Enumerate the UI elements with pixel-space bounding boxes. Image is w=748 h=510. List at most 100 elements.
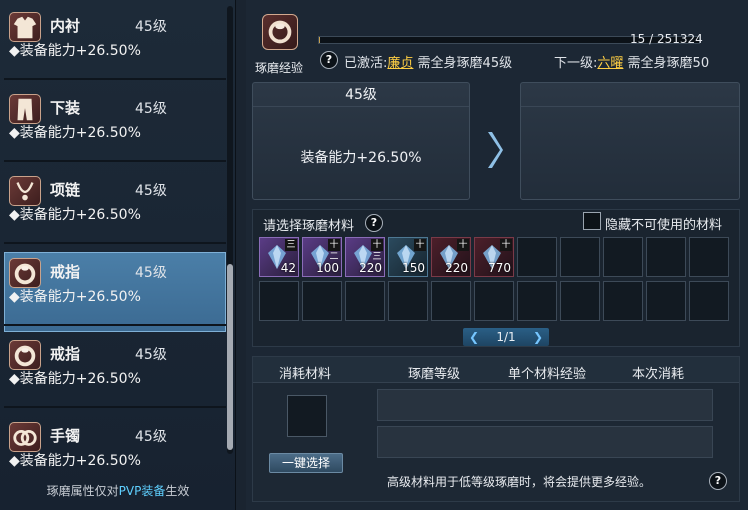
chevron-right-icon bbox=[488, 132, 503, 168]
next-set-link[interactable]: 六曜 bbox=[597, 56, 623, 71]
material-slot[interactable]: 十二 100 bbox=[302, 237, 342, 277]
consume-material-slot[interactable] bbox=[287, 395, 327, 437]
equipment-name: 项链 bbox=[50, 181, 81, 199]
equipment-item-shirt[interactable]: 内衬 45级 ◆装备能力+26.50% bbox=[4, 6, 226, 86]
ring-icon bbox=[262, 14, 298, 50]
equipment-level: 45级 bbox=[135, 101, 167, 117]
page-next-button[interactable]: ❯ bbox=[533, 328, 543, 346]
header-this-consume: 本次消耗 bbox=[632, 367, 685, 382]
equipment-name: 内衬 bbox=[50, 17, 81, 35]
hide-unusable-checkbox[interactable] bbox=[583, 212, 601, 230]
next-set-text: 下一级:六曜 需全身琢磨50 bbox=[554, 56, 710, 71]
material-count: 220 bbox=[445, 261, 468, 275]
equipment-bonus: ◆装备能力+26.50% bbox=[9, 453, 141, 469]
material-slot[interactable] bbox=[345, 281, 385, 321]
header-single-exp: 单个材料经验 bbox=[508, 367, 587, 382]
material-slot[interactable] bbox=[646, 281, 686, 321]
material-count: 42 bbox=[280, 261, 296, 275]
consume-row bbox=[377, 426, 713, 458]
material-slot[interactable] bbox=[517, 237, 557, 277]
consume-header: 消耗材料 琢磨等级 单个材料经验 本次消耗 bbox=[253, 357, 739, 383]
material-slot[interactable] bbox=[689, 237, 729, 277]
divider bbox=[4, 160, 226, 162]
material-slot[interactable] bbox=[603, 237, 643, 277]
consume-note: 高级材料用于低等级琢磨时，将会提供更多经验。 bbox=[387, 475, 652, 489]
material-slot[interactable]: 十 220 bbox=[431, 237, 471, 277]
header-refine-level: 琢磨等级 bbox=[408, 367, 461, 382]
divider bbox=[4, 242, 226, 244]
equipment-level: 45级 bbox=[135, 265, 167, 281]
activated-set-link[interactable]: 廉贞 bbox=[387, 56, 413, 71]
refine-exp-label: 琢磨经验 bbox=[255, 61, 304, 75]
material-slot[interactable] bbox=[603, 281, 643, 321]
equipment-bonus: ◆装备能力+26.50% bbox=[9, 371, 141, 387]
help-icon[interactable]: ? bbox=[365, 214, 383, 232]
material-slot[interactable]: 十三 220 bbox=[345, 237, 385, 277]
pants-icon bbox=[9, 94, 41, 124]
material-slot[interactable] bbox=[517, 281, 557, 321]
consume-row bbox=[377, 389, 713, 421]
material-slot[interactable] bbox=[431, 281, 471, 321]
current-level-box: 45级 装备能力+26.50% bbox=[252, 82, 470, 200]
divider bbox=[4, 78, 226, 80]
equipment-level: 45级 bbox=[135, 347, 167, 363]
next-level-box bbox=[520, 82, 740, 200]
one-key-select-button[interactable]: 一键选择 bbox=[269, 453, 343, 473]
equipment-bonus: ◆装备能力+26.50% bbox=[9, 125, 141, 141]
hide-unusable-label: 隐藏不可使用的材料 bbox=[605, 218, 723, 233]
material-slot[interactable]: 十 150 bbox=[388, 237, 428, 277]
material-slot[interactable] bbox=[302, 281, 342, 321]
material-grade-badge: 十三 bbox=[371, 239, 383, 262]
consume-area: 消耗材料 琢磨等级 单个材料经验 本次消耗 一键选择 高级材料用于低等级琢磨时，… bbox=[252, 356, 740, 502]
ring-icon bbox=[9, 258, 41, 288]
equipment-item-ring[interactable]: 戒指 45级 ◆装备能力+26.50% bbox=[4, 334, 226, 414]
necklace-icon bbox=[9, 176, 41, 206]
equipment-list-panel: 内衬 45级 ◆装备能力+26.50% 下装 45级 ◆装备能力+26.50% 项链 45级 ◆… bbox=[0, 0, 236, 510]
pvp-footnote: 琢磨属性仅对PVP装备生效 bbox=[46, 484, 190, 498]
page-prev-button[interactable]: ❮ bbox=[469, 328, 479, 346]
header-consume-material: 消耗材料 bbox=[279, 367, 332, 382]
refine-panel: 琢磨经验 15 / 251324 ? 已激活:廉贞 需全身琢磨45级 下一级:六… bbox=[246, 0, 748, 510]
bracelet-icon bbox=[9, 422, 41, 452]
help-icon[interactable]: ? bbox=[709, 472, 727, 490]
equipment-bonus: ◆装备能力+26.50% bbox=[9, 207, 141, 223]
equipment-item-pants[interactable]: 下装 45级 ◆装备能力+26.50% bbox=[4, 88, 226, 168]
equipment-item-ring[interactable]: 戒指 45级 ◆装备能力+26.50% bbox=[4, 252, 226, 332]
shirt-icon bbox=[9, 12, 41, 42]
material-grade-badge: 十 bbox=[457, 239, 469, 251]
page-indicator: 1/1 bbox=[496, 330, 516, 344]
material-count: 150 bbox=[402, 261, 425, 275]
material-slot[interactable]: 三 42 bbox=[259, 237, 299, 277]
material-grade-badge: 十二 bbox=[328, 239, 340, 262]
material-slot[interactable] bbox=[646, 237, 686, 277]
material-slot[interactable] bbox=[474, 281, 514, 321]
material-slot[interactable] bbox=[689, 281, 729, 321]
activated-set-text: 已激活:廉贞 需全身琢磨45级 bbox=[344, 56, 513, 71]
equipment-item-necklace[interactable]: 项链 45级 ◆装备能力+26.50% bbox=[4, 170, 226, 250]
material-slot[interactable] bbox=[259, 281, 299, 321]
material-count: 770 bbox=[488, 261, 511, 275]
material-grade-badge: 三 bbox=[285, 239, 297, 251]
material-slot[interactable]: 十 770 bbox=[474, 237, 514, 277]
equipment-name: 戒指 bbox=[50, 345, 81, 363]
material-slot[interactable] bbox=[560, 237, 600, 277]
material-selection-area: 请选择琢磨材料 ? 隐藏不可使用的材料 三 42 十二 100 十三 220 十 150 十 22… bbox=[252, 209, 740, 347]
equipment-level: 45级 bbox=[135, 429, 167, 445]
material-slot[interactable] bbox=[560, 281, 600, 321]
help-icon[interactable]: ? bbox=[320, 51, 338, 69]
refine-exp-progress-text: 15 / 251324 bbox=[630, 32, 703, 46]
equipment-bonus: ◆装备能力+26.50% bbox=[9, 43, 141, 59]
equipment-name: 手镯 bbox=[50, 427, 81, 445]
equipment-list-scroll-thumb[interactable] bbox=[227, 264, 233, 450]
divider bbox=[4, 406, 226, 408]
divider bbox=[4, 324, 226, 326]
ring-icon bbox=[9, 340, 41, 370]
material-count: 220 bbox=[359, 261, 382, 275]
material-count: 100 bbox=[316, 261, 339, 275]
material-select-title: 请选择琢磨材料 bbox=[263, 219, 355, 234]
equipment-level: 45级 bbox=[135, 183, 167, 199]
pvp-highlight: PVP装备 bbox=[118, 484, 166, 498]
equipment-bonus: ◆装备能力+26.50% bbox=[9, 289, 141, 305]
material-pager: ❮ 1/1 ❯ bbox=[463, 328, 549, 346]
material-slot[interactable] bbox=[388, 281, 428, 321]
